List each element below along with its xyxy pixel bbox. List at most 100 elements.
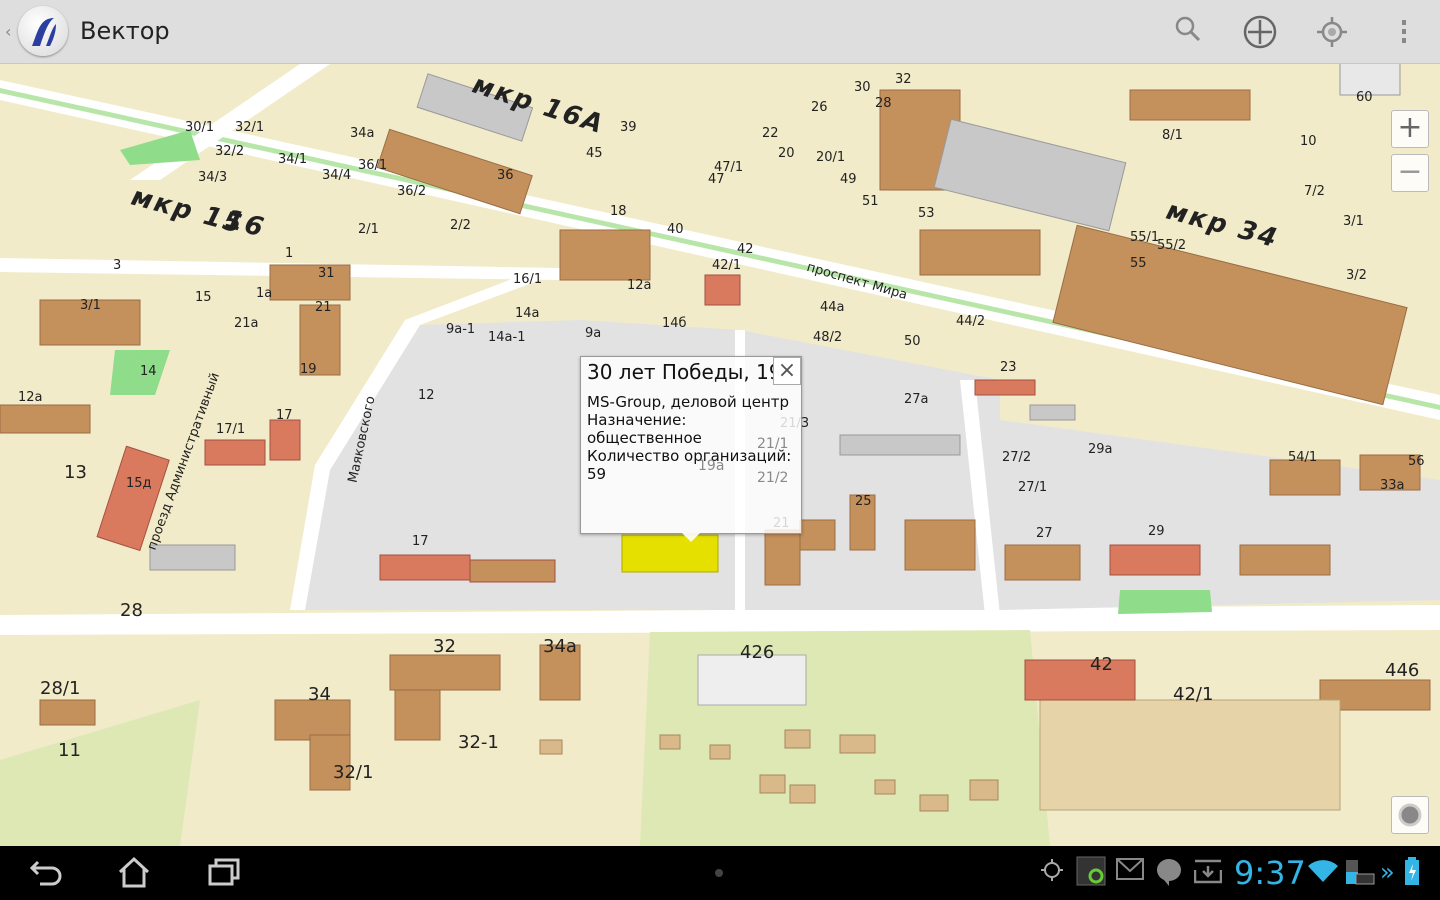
house-label: 48/2 [813, 330, 843, 345]
house-label: 56 [1408, 454, 1425, 469]
house-label: 9а [585, 326, 602, 341]
house-label: 27/2 [1002, 450, 1032, 465]
wifi-icon [1308, 858, 1338, 888]
house-label: 36 [497, 168, 514, 183]
house-label: 44а [820, 300, 845, 315]
house-label: 42 [737, 242, 754, 257]
popup-close-button[interactable]: × [773, 357, 801, 385]
locate-icon[interactable] [1314, 14, 1350, 50]
house-label: 12а [627, 278, 652, 293]
house-label: 17 [412, 534, 429, 549]
record-icon [1398, 803, 1422, 827]
house-label: 42 [1090, 654, 1113, 675]
house-label: 12а [18, 390, 43, 405]
popup-organization: MS-Group, деловой центр [587, 393, 790, 411]
house-label: 3/1 [80, 298, 101, 313]
house-label: 20/1 [816, 150, 846, 165]
house-label: 28 [120, 600, 143, 621]
house-label: 34/3 [198, 170, 228, 185]
house-label: 51 [862, 194, 879, 209]
house-label: 7/2 [1304, 184, 1325, 199]
zoom-in-button[interactable]: + [1391, 110, 1429, 148]
house-label: 50 [904, 334, 921, 349]
house-label: 1а [256, 286, 273, 301]
zoom-out-button[interactable]: − [1391, 154, 1429, 192]
move-icon[interactable] [1242, 14, 1278, 50]
house-label: 14а-1 [488, 330, 526, 345]
gps-icon [1040, 858, 1064, 888]
house-label: 29 [1148, 524, 1165, 539]
house-label: 1 [285, 246, 294, 261]
house-label: 27 [1036, 526, 1053, 541]
house-label: 32/2 [215, 144, 245, 159]
house-label: 42/1 [712, 258, 742, 273]
house-label: 11 [58, 740, 81, 761]
house-label: 42/1 [1173, 684, 1214, 705]
action-bar: ‹ Вектор [0, 0, 1440, 64]
house-label: 32/1 [333, 762, 374, 783]
house-label: 19а [698, 458, 725, 474]
house-label: 45 [586, 146, 603, 161]
house-label: 55/1 [1130, 230, 1160, 245]
house-label: 30/1 [185, 120, 215, 135]
battery-charging-icon [1404, 856, 1420, 892]
house-label: 34 [308, 684, 331, 705]
search-icon[interactable] [1170, 14, 1206, 50]
house-label: 40 [667, 222, 684, 237]
app-title: Вектор [80, 17, 170, 45]
house-label: 27/1 [1018, 480, 1048, 495]
house-label: 21а [234, 316, 259, 331]
house-label: 34а [350, 126, 375, 141]
house-label: 9а-1 [446, 322, 476, 337]
house-label: 28 [875, 96, 892, 111]
app-logo[interactable] [18, 6, 68, 56]
house-label: 17 [276, 408, 293, 423]
system-navigation-bar: 9:37 » [0, 846, 1440, 900]
house-label: 21 [315, 300, 332, 315]
house-label: 14а [515, 306, 540, 321]
keyboard-battery-icon [1344, 856, 1376, 892]
house-label: 16/1 [513, 272, 543, 287]
house-label: 2/1 [358, 222, 379, 237]
house-label: 34а [543, 636, 577, 657]
house-label: 26 [811, 100, 828, 115]
house-label: 31 [318, 266, 335, 281]
popup-title: 30 лет Победы, 19 [587, 360, 782, 384]
home-button[interactable] [116, 856, 152, 896]
house-label: 49 [840, 172, 857, 187]
house-label: 12 [418, 388, 435, 403]
popup-count-value: 59 [587, 465, 607, 483]
house-label: 54/1 [1288, 450, 1318, 465]
house-label: 22 [762, 126, 779, 141]
house-label: 8/1 [1162, 128, 1183, 143]
popup-pointer [682, 533, 700, 542]
menu-dot-icon [715, 869, 723, 877]
popup-purpose-value: общественное [587, 429, 702, 447]
up-caret-icon[interactable]: ‹ [5, 22, 11, 41]
house-label: 30 [854, 80, 871, 95]
house-label: 15 [195, 290, 212, 305]
house-label: 27а [904, 392, 929, 407]
house-label: 36/2 [397, 184, 427, 199]
house-label: 33а [1380, 478, 1405, 493]
back-button[interactable] [28, 856, 64, 896]
house-label: 60 [1356, 90, 1373, 105]
house-label: 3/2 [1346, 268, 1367, 283]
house-label: 32-1 [458, 732, 499, 753]
more-notifications-icon[interactable]: » [1380, 858, 1395, 886]
house-label: 32 [433, 636, 456, 657]
house-label: 21/2 [757, 470, 789, 486]
house-label: 446 [1385, 660, 1420, 681]
record-button[interactable] [1391, 796, 1429, 834]
overflow-menu-icon[interactable] [1386, 14, 1422, 50]
house-label: 19 [300, 362, 317, 377]
house-label: 15д [126, 476, 152, 491]
house-label: 21/1 [757, 436, 789, 452]
house-label: 18 [610, 204, 627, 219]
house-label: 55 [1130, 256, 1147, 271]
house-label: 14б [662, 316, 687, 331]
house-label: 28/1 [40, 678, 81, 699]
recent-apps-button[interactable] [206, 856, 242, 896]
house-label: 32 [895, 72, 912, 87]
popup-purpose-label: Назначение: [587, 411, 687, 429]
